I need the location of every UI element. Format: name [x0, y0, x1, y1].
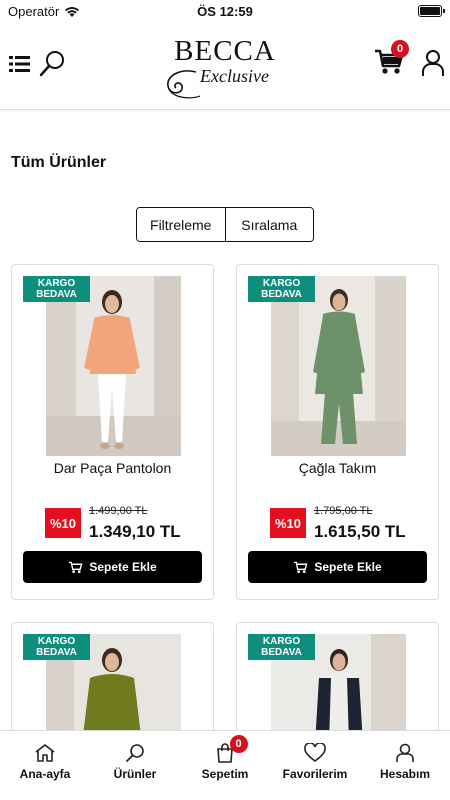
new-price: 1.349,10 TL — [89, 522, 181, 541]
search-icon — [39, 51, 64, 77]
nav-account[interactable]: Hesabım — [360, 731, 450, 800]
home-icon — [35, 744, 55, 762]
nav-account-label: Hesabım — [379, 767, 431, 781]
nav-favorites-label: Favorilerim — [282, 767, 348, 781]
logo-swirl — [167, 70, 200, 99]
free-shipping-badge: KARGO BEDAVA — [23, 276, 90, 302]
cart-count-badge: 0 — [229, 735, 248, 753]
sort-button[interactable]: Sıralama — [224, 208, 313, 241]
menu-button[interactable] — [8, 52, 32, 76]
add-to-cart-label: Sepete Ekle — [314, 560, 382, 574]
product-name[interactable]: Dar Paça Pantolon — [12, 460, 213, 476]
discount-badge: %10 — [270, 508, 306, 538]
product-card[interactable]: KARGO BEDAVA Dar Paça Pantolon %10 1.499… — [11, 264, 214, 600]
heart-icon — [304, 743, 326, 762]
old-price: 1.795,00 TL — [314, 505, 373, 517]
cart-icon — [294, 561, 308, 573]
account-button[interactable] — [420, 48, 446, 78]
product-card[interactable]: KARGO BEDAVA — [236, 622, 439, 742]
menu-icon — [9, 56, 30, 72]
add-to-cart-button[interactable]: Sepete Ekle — [248, 551, 427, 583]
product-image[interactable] — [46, 276, 181, 456]
status-time: ÖS 12:59 — [197, 4, 253, 19]
battery-icon — [418, 5, 445, 17]
nav-home-label: Ana-ayfa — [19, 767, 71, 781]
new-price: 1.615,50 TL — [314, 522, 406, 541]
free-shipping-badge: KARGO BEDAVA — [23, 634, 90, 660]
filter-sort-group: Filtreleme Sıralama — [136, 207, 314, 242]
logo-sub: Exclusive — [200, 66, 269, 86]
nav-products[interactable]: Ürünler — [90, 731, 180, 800]
cart-count-badge: 0 — [391, 40, 409, 58]
nav-cart-label: Sepetim — [201, 767, 249, 781]
user-icon — [422, 50, 444, 76]
product-card[interactable]: KARGO BEDAVA Çağla Takım %10 1.795,00 TL… — [236, 264, 439, 600]
cart-button[interactable]: 0 — [372, 40, 409, 78]
page-title: Tüm Ürünler — [11, 154, 107, 171]
user-icon — [396, 743, 414, 762]
add-to-cart-label: Sepete Ekle — [89, 560, 157, 574]
bottom-navigation: Ana-ayfa Ürünler 0 Sepetim Favorilerim H… — [0, 730, 450, 800]
nav-cart[interactable]: 0 Sepetim — [180, 731, 270, 800]
old-price: 1.499,00 TL — [89, 505, 148, 517]
add-to-cart-button[interactable]: Sepete Ekle — [23, 551, 202, 583]
product-image[interactable] — [271, 276, 406, 456]
nav-favorites[interactable]: Favorilerim — [270, 731, 360, 800]
product-card[interactable]: KARGO BEDAVA — [11, 622, 214, 742]
nav-home[interactable]: Ana-ayfa — [0, 731, 90, 800]
cart-icon — [69, 561, 83, 573]
nav-products-label: Ürünler — [113, 767, 157, 781]
free-shipping-badge: KARGO BEDAVA — [248, 276, 315, 302]
discount-badge: %10 — [45, 508, 81, 538]
free-shipping-badge: KARGO BEDAVA — [248, 634, 315, 660]
filter-button[interactable]: Filtreleme — [137, 208, 225, 241]
search-icon — [126, 744, 144, 762]
product-name[interactable]: Çağla Takım — [237, 460, 438, 476]
app-header: BECCA Exclusive 0 — [0, 22, 450, 110]
search-button[interactable] — [38, 50, 66, 78]
status-bar: Operatör ÖS 12:59 — [0, 0, 450, 22]
brand-logo[interactable]: BECCA Exclusive — [150, 36, 300, 102]
